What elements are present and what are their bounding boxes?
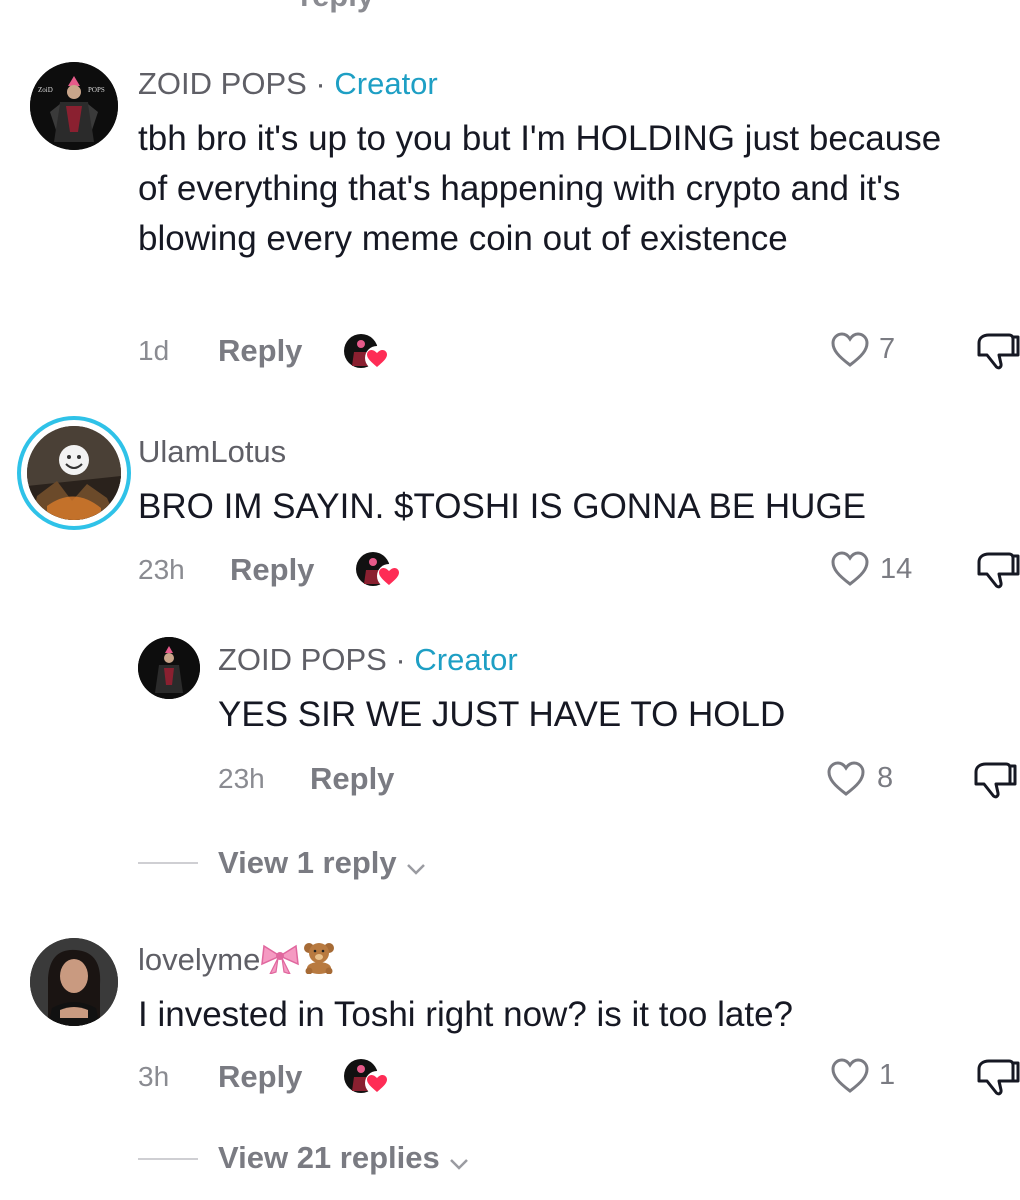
- comment-timestamp: 3h: [138, 1061, 170, 1092]
- view-replies-button[interactable]: View 21 replies: [218, 1140, 470, 1176]
- chevron-down-icon: [448, 1156, 470, 1172]
- author-name[interactable]: lovelyme: [138, 940, 338, 978]
- avatar[interactable]: [27, 426, 121, 520]
- creator-liked-badge-icon: [354, 548, 404, 592]
- avatar[interactable]: [30, 938, 118, 1026]
- view-replies-label: View 21 replies: [218, 1140, 440, 1175]
- heart-outline-icon[interactable]: [826, 760, 866, 798]
- previous-comment-fragment: reply: [300, 0, 374, 14]
- creator-badge: Creator: [414, 642, 518, 677]
- divider-line: [138, 1158, 198, 1160]
- view-replies-label: View 1 reply: [218, 845, 397, 880]
- comment-timestamp: 23h: [218, 763, 265, 794]
- comment-text: YES SIR WE JUST HAVE TO HOLD: [218, 695, 786, 734]
- thumbs-down-icon[interactable]: [975, 331, 1020, 371]
- like-count: 8: [877, 762, 894, 794]
- comment-text: tbh bro it's up to you but I'm HOLDING j…: [138, 119, 942, 258]
- creator-liked-badge-icon: [342, 1055, 392, 1099]
- separator: ·: [386, 642, 415, 677]
- avatar[interactable]: [138, 637, 200, 699]
- heart-outline-icon[interactable]: [830, 1057, 870, 1095]
- teddy-bear-icon: [300, 940, 338, 974]
- thumbs-down-icon[interactable]: [972, 760, 1018, 800]
- author-name[interactable]: ZOID POPS: [138, 66, 307, 101]
- author-name[interactable]: UlamLotus: [138, 434, 286, 470]
- reply-button[interactable]: Reply: [310, 761, 394, 797]
- svg-text:POPS: POPS: [88, 86, 105, 94]
- divider-line: [138, 862, 198, 864]
- creator-liked-badge-icon: [342, 330, 392, 374]
- comment-timestamp: 23h: [138, 554, 185, 585]
- thumbs-down-icon[interactable]: [975, 1057, 1020, 1097]
- creator-badge: Creator: [334, 66, 438, 101]
- comment-text: BRO IM SAYIN. $TOSHI IS GONNA BE HUGE: [138, 487, 867, 526]
- comment-timestamp: 1d: [138, 335, 170, 366]
- comment-author[interactable]: ZOID POPS · Creator: [218, 642, 518, 678]
- comment-author[interactable]: ZOID POPS · Creator: [138, 66, 438, 102]
- svg-text:ZoiD: ZoiD: [38, 86, 53, 94]
- heart-outline-icon[interactable]: [830, 331, 870, 369]
- reply-button[interactable]: Reply: [230, 552, 314, 588]
- author-name[interactable]: ZOID POPS: [218, 642, 387, 677]
- like-count: 14: [880, 553, 913, 585]
- avatar[interactable]: ZoiD POPS: [30, 62, 118, 150]
- separator: ·: [306, 66, 335, 101]
- heart-outline-icon[interactable]: [830, 550, 870, 588]
- chevron-down-icon: [405, 861, 427, 877]
- view-replies-button[interactable]: View 1 reply: [218, 845, 427, 881]
- pink-bow-icon: [260, 942, 300, 974]
- comment-text: I invested in Toshi right now? is it too…: [138, 995, 794, 1034]
- like-count: 7: [879, 333, 896, 365]
- like-count: 1: [879, 1059, 896, 1091]
- thumbs-down-icon[interactable]: [975, 550, 1020, 590]
- reply-button[interactable]: Reply: [218, 333, 302, 369]
- reply-button[interactable]: Reply: [218, 1059, 302, 1095]
